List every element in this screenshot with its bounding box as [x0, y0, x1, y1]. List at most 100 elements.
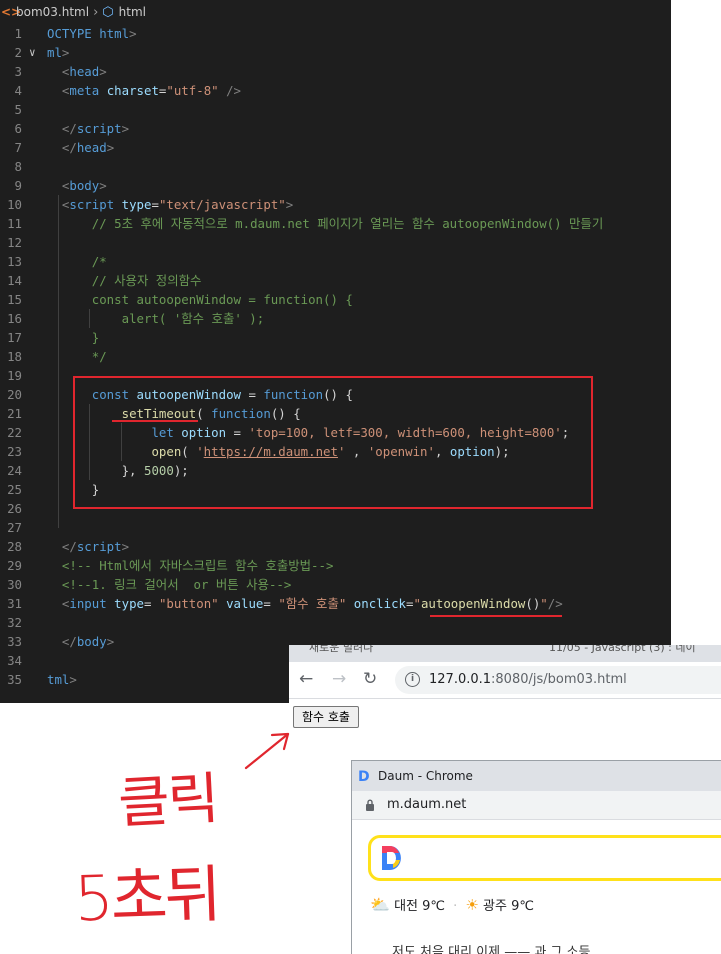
code-line[interactable]: 4 <meta charset="utf-8" /> — [0, 81, 671, 100]
forward-arrow-icon[interactable]: → — [332, 669, 346, 689]
line-number: 21 — [7, 406, 22, 421]
code-token: /> — [226, 83, 241, 98]
line-number: 3 — [14, 64, 22, 79]
settimeout-underline — [112, 420, 198, 422]
line-number: 35 — [7, 672, 22, 687]
code-token: "함수 호출" — [278, 596, 347, 611]
code-token: value — [226, 596, 264, 611]
popup-content-fragment: 저도 처음 대리 이제 —— 과 그 소등 — [392, 945, 591, 954]
code-line[interactable]: 17 } — [0, 328, 671, 347]
code-text: <script type="text/javascript"> — [47, 195, 293, 214]
code-line[interactable]: 28 </script> — [0, 537, 671, 556]
code-line[interactable]: 14 // 사용자 정의함수 — [0, 271, 671, 290]
tab-fragment[interactable]: 새로운 밀려나 — [309, 645, 373, 655]
code-line[interactable]: 27 — [0, 518, 671, 537]
code-line[interactable]: 3 <head> — [0, 62, 671, 81]
line-number: 20 — [7, 387, 22, 402]
address-bar[interactable]: i 127.0.0.1:8080/js/bom03.html — [395, 666, 721, 694]
code-line[interactable]: 12 — [0, 233, 671, 252]
weather-city[interactable]: 광주 9℃ — [483, 899, 534, 914]
code-token: > — [121, 121, 130, 136]
code-line[interactable]: 31 <input type= "button" value= "함수 호출" … — [0, 594, 671, 613]
code-token: alert( '함수 호출' ); — [121, 311, 265, 326]
line-number: 30 — [7, 577, 22, 592]
line-number: 22 — [7, 425, 22, 440]
code-line[interactable]: 1 OCTYPE html> — [0, 24, 671, 43]
code-text: <!-- Html에서 자바스크립트 함수 호출방법--> — [47, 556, 334, 575]
code-token: "text/javascript" — [158, 197, 286, 212]
code-token: // 5초 후에 자동적으로 m.daum.net 페이지가 열리는 함수 au… — [91, 216, 604, 231]
code-line[interactable]: 6 </script> — [0, 119, 671, 138]
tab-fragment[interactable]: 11/05 - Javascript (3) : 네이 — [549, 645, 696, 655]
code-token: OCTYPE — [47, 26, 100, 41]
code-editor[interactable]: <> bom03.html › ⬡ html 1 OCTYPE html > 2 ∨ ml… — [0, 0, 671, 703]
code-line[interactable]: 2 ∨ ml> — [0, 43, 671, 62]
line-number: 31 — [7, 596, 22, 611]
code-token: meta — [69, 83, 100, 98]
code-text: </head> — [47, 138, 114, 157]
tab-strip: 새로운 밀려나 11/05 - Javascript (3) : 네이 — [289, 645, 721, 662]
code-line[interactable]: 30 <!--1. 링크 걸어서 or 버튼 사용--> — [0, 575, 671, 594]
info-icon[interactable]: i — [405, 672, 420, 687]
code-line[interactable]: 29 <!-- Html에서 자바스크립트 함수 호출방법--> — [0, 556, 671, 575]
code-token: <!-- Html에서 자바스크립트 함수 호출방법--> — [61, 558, 334, 573]
code-line[interactable]: 16 alert( '함수 호출' ); — [0, 309, 671, 328]
code-line[interactable]: 5 — [0, 100, 671, 119]
code-line[interactable]: 8 — [0, 157, 671, 176]
code-line[interactable]: 9 <body> — [0, 176, 671, 195]
popup-address-bar[interactable]: m.daum.net — [352, 791, 721, 820]
code-token: script — [76, 121, 122, 136]
code-line[interactable]: 10 <script type="text/javascript"> — [0, 195, 671, 214]
editor-breadcrumb: <> bom03.html › ⬡ html — [0, 0, 671, 24]
line-number: 24 — [7, 463, 22, 478]
code-line[interactable]: 15 const autoopenWindow = function() { — [0, 290, 671, 309]
code-token: charset — [106, 83, 159, 98]
line-number: 1 — [14, 26, 22, 41]
back-arrow-icon[interactable]: ← — [299, 669, 313, 689]
indent-guide — [58, 195, 59, 528]
code-text: </body> — [47, 632, 114, 651]
daum-search-box[interactable] — [368, 835, 721, 881]
code-text: <body> — [47, 176, 107, 195]
code-line[interactable]: 13 /* — [0, 252, 671, 271]
popup-window: D Daum - Chrome m.daum.net ⛅ 대전 9℃ · ☀ 광… — [351, 760, 721, 954]
reload-icon[interactable]: ↻ — [363, 669, 377, 689]
line-number: 4 — [14, 83, 22, 98]
code-token: > — [99, 178, 107, 193]
editor-right-strip — [671, 0, 721, 645]
code-token: > — [129, 26, 137, 41]
breadcrumb-file[interactable]: bom03.html — [16, 5, 89, 19]
fold-chevron-icon[interactable]: ∨ — [29, 43, 36, 62]
sun-icon: ☀ — [465, 896, 479, 914]
line-number: 27 — [7, 520, 22, 535]
call-function-button[interactable]: 함수 호출 — [293, 706, 359, 728]
breadcrumb-element[interactable]: html — [119, 5, 146, 19]
code-token: head — [69, 64, 100, 79]
code-token: /* — [91, 254, 107, 269]
code-token: <!--1. 링크 걸어서 or 버튼 사용--> — [61, 577, 292, 592]
line-number: 16 — [7, 311, 22, 326]
code-text: </script> — [47, 119, 129, 138]
code-token: = — [151, 197, 159, 212]
html-file-icon: <> — [1, 5, 22, 19]
code-token: " — [540, 596, 548, 611]
code-text: */ — [47, 347, 107, 366]
code-token: </ — [61, 539, 77, 554]
line-number: 28 — [7, 539, 22, 554]
code-line[interactable]: 18 */ — [0, 347, 671, 366]
line-number: 18 — [7, 349, 22, 364]
weather-city[interactable]: 대전 9℃ — [394, 899, 445, 914]
code-line[interactable]: 11 // 5초 후에 자동적으로 m.daum.net 페이지가 열리는 함수… — [0, 214, 671, 233]
code-line[interactable]: 32 — [0, 613, 671, 632]
code-line[interactable]: 7 </head> — [0, 138, 671, 157]
line-number: 5 — [14, 102, 22, 117]
element-cube-icon: ⬡ — [102, 4, 114, 20]
